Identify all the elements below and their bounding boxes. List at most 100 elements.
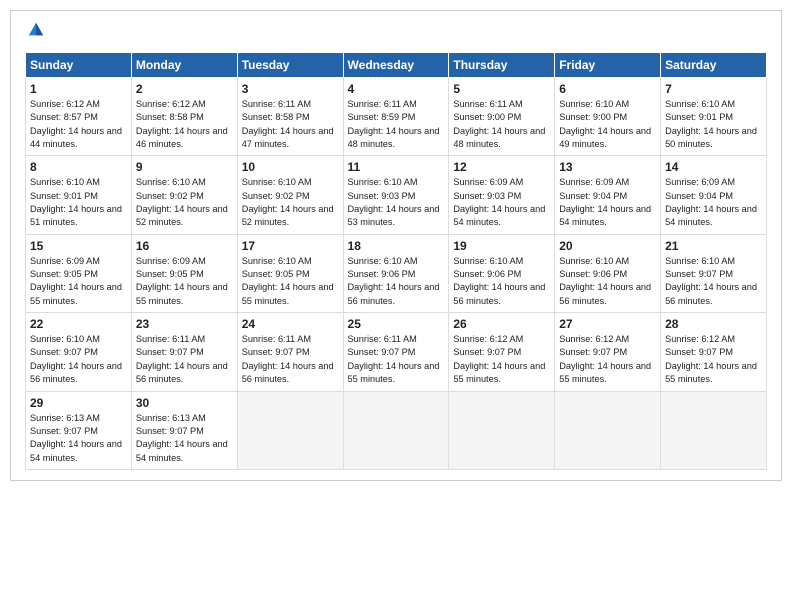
calendar-cell — [661, 391, 767, 469]
daylight-label: Daylight: 14 hours and 56 minutes. — [559, 282, 651, 305]
calendar-cell: 3 Sunrise: 6:11 AM Sunset: 8:58 PM Dayli… — [237, 78, 343, 156]
weekday-header-saturday: Saturday — [661, 53, 767, 78]
day-number: 12 — [453, 160, 550, 174]
calendar-cell — [555, 391, 661, 469]
daylight-label: Daylight: 14 hours and 55 minutes. — [242, 282, 334, 305]
sunset-label: Sunset: 9:07 PM — [242, 347, 310, 357]
calendar-cell: 14 Sunrise: 6:09 AM Sunset: 9:04 PM Dayl… — [661, 156, 767, 234]
day-number: 27 — [559, 317, 656, 331]
daylight-label: Daylight: 14 hours and 56 minutes. — [30, 361, 122, 384]
calendar-table: SundayMondayTuesdayWednesdayThursdayFrid… — [25, 52, 767, 470]
daylight-label: Daylight: 14 hours and 55 minutes. — [348, 361, 440, 384]
day-number: 23 — [136, 317, 233, 331]
day-number: 26 — [453, 317, 550, 331]
sunrise-label: Sunrise: 6:10 AM — [559, 99, 629, 109]
day-number: 13 — [559, 160, 656, 174]
sunset-label: Sunset: 9:01 PM — [30, 191, 98, 201]
week-row-4: 22 Sunrise: 6:10 AM Sunset: 9:07 PM Dayl… — [26, 313, 767, 391]
sunset-label: Sunset: 9:01 PM — [665, 112, 733, 122]
sunset-label: Sunset: 9:07 PM — [559, 347, 627, 357]
sunset-label: Sunset: 9:07 PM — [453, 347, 521, 357]
sunset-label: Sunset: 9:07 PM — [665, 347, 733, 357]
day-info: Sunrise: 6:12 AM Sunset: 9:07 PM Dayligh… — [665, 333, 762, 386]
calendar-cell: 17 Sunrise: 6:10 AM Sunset: 9:05 PM Dayl… — [237, 234, 343, 312]
logo-icon — [27, 21, 45, 39]
day-number: 20 — [559, 239, 656, 253]
sunset-label: Sunset: 9:00 PM — [453, 112, 521, 122]
day-number: 28 — [665, 317, 762, 331]
sunset-label: Sunset: 9:00 PM — [559, 112, 627, 122]
sunset-label: Sunset: 9:03 PM — [348, 191, 416, 201]
sunset-label: Sunset: 9:04 PM — [559, 191, 627, 201]
day-info: Sunrise: 6:11 AM Sunset: 9:07 PM Dayligh… — [242, 333, 339, 386]
week-row-5: 29 Sunrise: 6:13 AM Sunset: 9:07 PM Dayl… — [26, 391, 767, 469]
daylight-label: Daylight: 14 hours and 54 minutes. — [453, 204, 545, 227]
daylight-label: Daylight: 14 hours and 46 minutes. — [136, 126, 228, 149]
daylight-label: Daylight: 14 hours and 56 minutes. — [348, 282, 440, 305]
sunset-label: Sunset: 9:07 PM — [136, 426, 204, 436]
calendar-cell: 25 Sunrise: 6:11 AM Sunset: 9:07 PM Dayl… — [343, 313, 449, 391]
day-number: 2 — [136, 82, 233, 96]
calendar-cell: 23 Sunrise: 6:11 AM Sunset: 9:07 PM Dayl… — [131, 313, 237, 391]
calendar-cell: 21 Sunrise: 6:10 AM Sunset: 9:07 PM Dayl… — [661, 234, 767, 312]
sunrise-label: Sunrise: 6:09 AM — [665, 177, 735, 187]
daylight-label: Daylight: 14 hours and 47 minutes. — [242, 126, 334, 149]
sunrise-label: Sunrise: 6:10 AM — [453, 256, 523, 266]
sunset-label: Sunset: 9:04 PM — [665, 191, 733, 201]
sunrise-label: Sunrise: 6:10 AM — [242, 256, 312, 266]
calendar-cell: 13 Sunrise: 6:09 AM Sunset: 9:04 PM Dayl… — [555, 156, 661, 234]
daylight-label: Daylight: 14 hours and 50 minutes. — [665, 126, 757, 149]
sunset-label: Sunset: 9:06 PM — [559, 269, 627, 279]
sunset-label: Sunset: 8:58 PM — [242, 112, 310, 122]
day-number: 25 — [348, 317, 445, 331]
calendar-cell: 6 Sunrise: 6:10 AM Sunset: 9:00 PM Dayli… — [555, 78, 661, 156]
sunrise-label: Sunrise: 6:10 AM — [30, 334, 100, 344]
calendar-cell — [449, 391, 555, 469]
calendar-cell: 24 Sunrise: 6:11 AM Sunset: 9:07 PM Dayl… — [237, 313, 343, 391]
day-info: Sunrise: 6:10 AM Sunset: 9:07 PM Dayligh… — [30, 333, 127, 386]
sunrise-label: Sunrise: 6:09 AM — [453, 177, 523, 187]
calendar-cell: 11 Sunrise: 6:10 AM Sunset: 9:03 PM Dayl… — [343, 156, 449, 234]
sunrise-label: Sunrise: 6:10 AM — [665, 99, 735, 109]
daylight-label: Daylight: 14 hours and 55 minutes. — [30, 282, 122, 305]
day-info: Sunrise: 6:10 AM Sunset: 9:02 PM Dayligh… — [242, 176, 339, 229]
sunset-label: Sunset: 9:07 PM — [30, 347, 98, 357]
sunset-label: Sunset: 9:07 PM — [665, 269, 733, 279]
sunrise-label: Sunrise: 6:10 AM — [348, 177, 418, 187]
daylight-label: Daylight: 14 hours and 51 minutes. — [30, 204, 122, 227]
daylight-label: Daylight: 14 hours and 54 minutes. — [559, 204, 651, 227]
weekday-header-sunday: Sunday — [26, 53, 132, 78]
day-number: 14 — [665, 160, 762, 174]
daylight-label: Daylight: 14 hours and 55 minutes. — [453, 361, 545, 384]
day-info: Sunrise: 6:10 AM Sunset: 9:02 PM Dayligh… — [136, 176, 233, 229]
day-info: Sunrise: 6:11 AM Sunset: 8:58 PM Dayligh… — [242, 98, 339, 151]
sunset-label: Sunset: 9:07 PM — [348, 347, 416, 357]
daylight-label: Daylight: 14 hours and 54 minutes. — [665, 204, 757, 227]
day-info: Sunrise: 6:10 AM Sunset: 9:00 PM Dayligh… — [559, 98, 656, 151]
calendar-cell: 8 Sunrise: 6:10 AM Sunset: 9:01 PM Dayli… — [26, 156, 132, 234]
calendar-cell: 2 Sunrise: 6:12 AM Sunset: 8:58 PM Dayli… — [131, 78, 237, 156]
daylight-label: Daylight: 14 hours and 44 minutes. — [30, 126, 122, 149]
weekday-header-friday: Friday — [555, 53, 661, 78]
sunset-label: Sunset: 9:02 PM — [242, 191, 310, 201]
sunrise-label: Sunrise: 6:11 AM — [348, 99, 417, 109]
day-info: Sunrise: 6:11 AM Sunset: 9:07 PM Dayligh… — [136, 333, 233, 386]
sunrise-label: Sunrise: 6:11 AM — [453, 99, 522, 109]
day-number: 5 — [453, 82, 550, 96]
calendar-cell: 5 Sunrise: 6:11 AM Sunset: 9:00 PM Dayli… — [449, 78, 555, 156]
week-row-1: 1 Sunrise: 6:12 AM Sunset: 8:57 PM Dayli… — [26, 78, 767, 156]
day-info: Sunrise: 6:13 AM Sunset: 9:07 PM Dayligh… — [30, 412, 127, 465]
day-number: 17 — [242, 239, 339, 253]
sunset-label: Sunset: 9:05 PM — [136, 269, 204, 279]
sunrise-label: Sunrise: 6:09 AM — [559, 177, 629, 187]
day-number: 9 — [136, 160, 233, 174]
day-number: 15 — [30, 239, 127, 253]
calendar-cell: 19 Sunrise: 6:10 AM Sunset: 9:06 PM Dayl… — [449, 234, 555, 312]
sunrise-label: Sunrise: 6:10 AM — [242, 177, 312, 187]
calendar-cell: 28 Sunrise: 6:12 AM Sunset: 9:07 PM Dayl… — [661, 313, 767, 391]
sunrise-label: Sunrise: 6:11 AM — [348, 334, 417, 344]
calendar-page: SundayMondayTuesdayWednesdayThursdayFrid… — [10, 10, 782, 481]
sunrise-label: Sunrise: 6:09 AM — [136, 256, 206, 266]
calendar-cell — [237, 391, 343, 469]
day-number: 8 — [30, 160, 127, 174]
